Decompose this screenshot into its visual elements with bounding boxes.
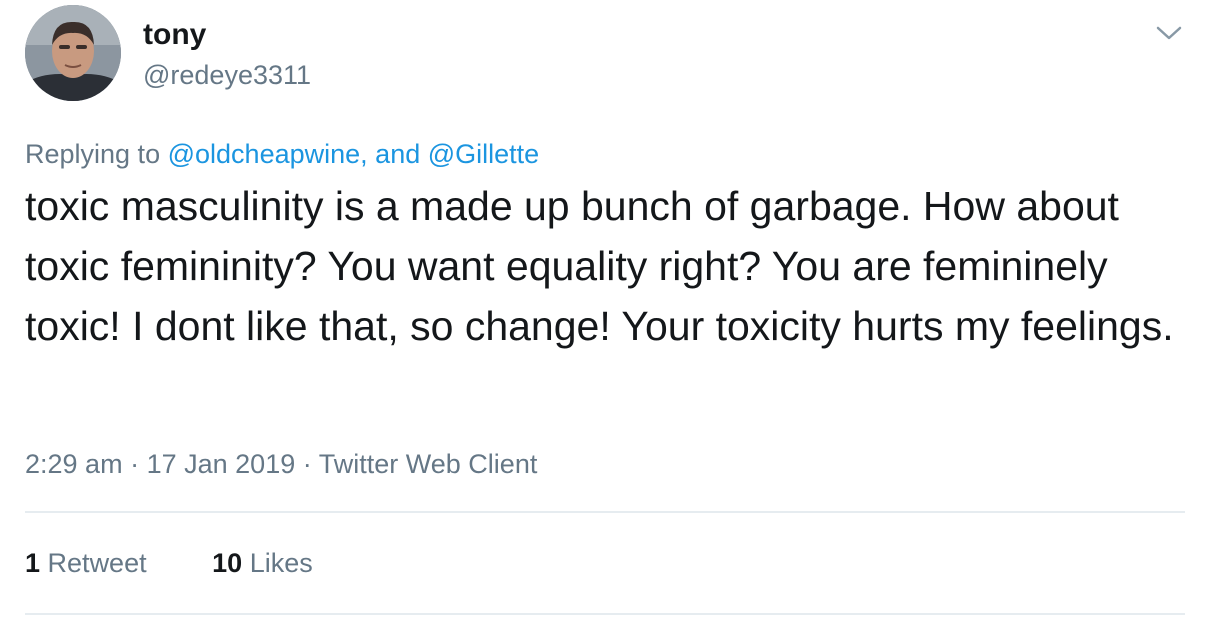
likes-count: 10 [212,548,243,578]
retweet-count-button[interactable]: 1 Retweet [25,545,147,581]
display-name[interactable]: tony [143,16,206,54]
tweet-stats: 1 Retweet 10 Likes [25,545,313,581]
meta-separator: · [302,449,312,479]
chevron-down-icon[interactable] [1154,22,1184,44]
avatar-photo-icon [25,5,121,101]
tweet-client[interactable]: Twitter Web Client [319,449,538,479]
tweet-detail: tony @redeye3311 Replying to @oldcheapwi… [0,0,1207,644]
meta-separator: · [130,449,140,479]
replying-to-label: Replying to [25,139,161,169]
tweet-text: toxic masculinity is a made up bunch of … [25,183,1174,349]
replying-to-line: Replying to @oldcheapwine, and @Gillette [25,136,539,172]
retweet-label: Retweet [47,548,147,578]
mention-gillette[interactable]: @Gillette [428,139,539,169]
tweet-date[interactable]: 17 Jan 2019 [147,449,296,479]
divider [25,511,1185,513]
user-handle[interactable]: @redeye3311 [143,57,311,93]
user-avatar[interactable] [25,5,121,101]
divider [25,613,1185,615]
retweet-count: 1 [25,548,41,578]
likes-count-button[interactable]: 10 Likes [212,545,313,581]
likes-label: Likes [249,548,313,578]
mention-oldcheapwine[interactable]: @oldcheapwine, [168,139,368,169]
mention-and[interactable]: and [375,139,420,169]
tweet-time[interactable]: 2:29 am [25,449,123,479]
tweet-meta: 2:29 am · 17 Jan 2019 · Twitter Web Clie… [25,446,537,482]
